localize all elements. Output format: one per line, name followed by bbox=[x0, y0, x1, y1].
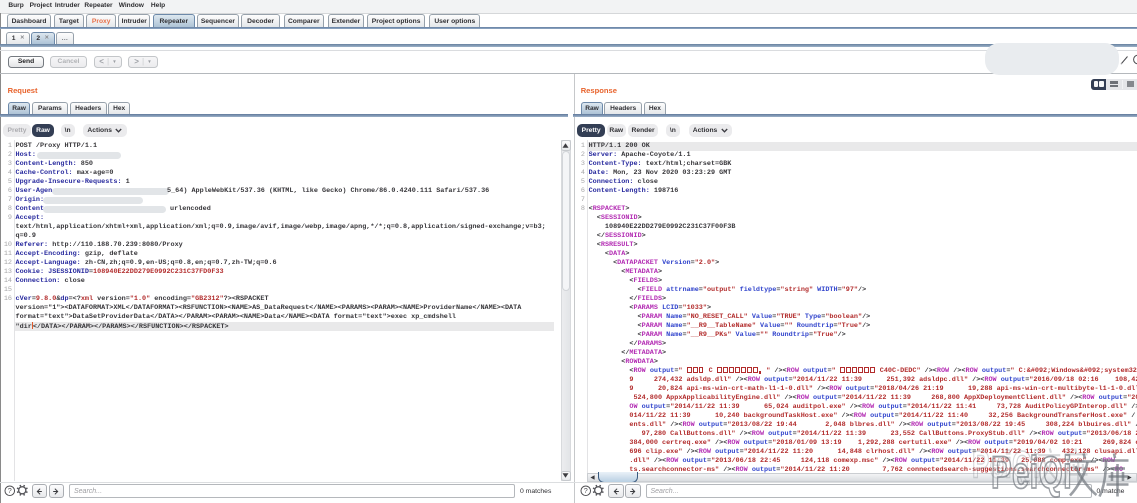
svg-text:?: ? bbox=[584, 487, 588, 495]
svg-text:?: ? bbox=[7, 487, 11, 495]
